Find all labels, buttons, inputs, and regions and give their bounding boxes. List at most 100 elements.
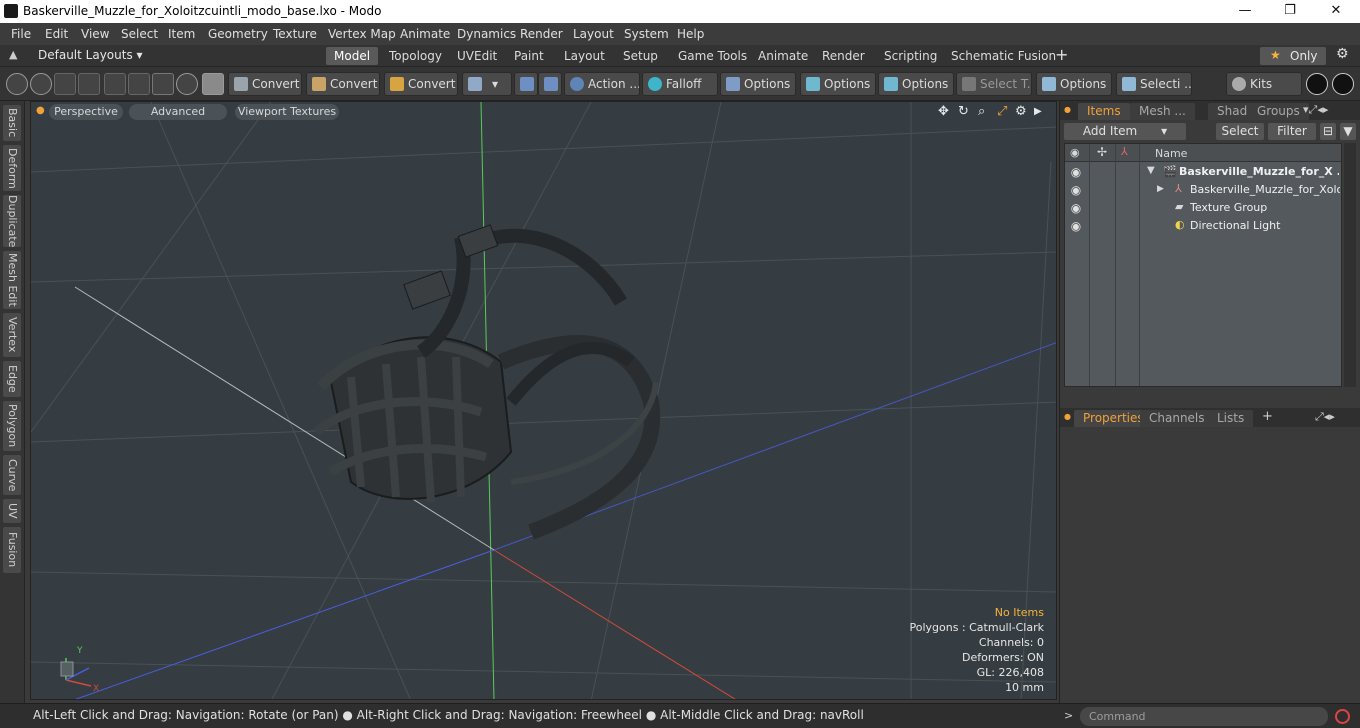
tab-topology[interactable]: Topology: [381, 47, 450, 65]
perspective-button[interactable]: Perspective: [49, 104, 123, 120]
tab-vertex[interactable]: Vertex: [3, 313, 21, 357]
snapping-button[interactable]: [538, 72, 562, 96]
add-tab-button[interactable]: +: [1055, 45, 1068, 64]
menu-select[interactable]: Select: [121, 27, 158, 41]
pivot-mode-icon[interactable]: [104, 73, 126, 95]
tab-channels[interactable]: Channels: [1140, 410, 1214, 427]
unreal-icon[interactable]: [1332, 73, 1354, 95]
center-mode-icon[interactable]: [128, 73, 150, 95]
settings-gear-icon[interactable]: ⚙: [1336, 46, 1349, 62]
tab-scripting[interactable]: Scripting: [876, 47, 945, 65]
items-mode-icon[interactable]: [78, 73, 100, 95]
add-panel-tab-button[interactable]: +: [1262, 409, 1273, 424]
rotate-icon[interactable]: ↻: [958, 105, 969, 119]
menu-help[interactable]: Help: [677, 27, 704, 41]
command-expand-arrow-icon[interactable]: >: [1064, 709, 1073, 722]
item-row-scene[interactable]: ◉ ▼ 🎬 Baskerville_Muzzle_for_X ...: [1065, 163, 1341, 181]
default-layouts-dropdown[interactable]: Default Layouts ▾: [38, 48, 143, 62]
command-input[interactable]: Command: [1080, 707, 1328, 726]
material-mode-icon[interactable]: [176, 73, 198, 95]
menu-system[interactable]: System: [624, 27, 669, 41]
minimize-button[interactable]: —: [1222, 0, 1268, 23]
menu-item[interactable]: Item: [168, 27, 195, 41]
eye-icon[interactable]: ◉: [1069, 183, 1083, 197]
tab-fusion[interactable]: Fusion: [3, 527, 21, 573]
menu-file[interactable]: File: [11, 27, 31, 41]
panel-menu-icon[interactable]: ⤢◂▸: [1315, 410, 1335, 424]
pan-icon[interactable]: ✥: [938, 105, 949, 119]
tab-setup[interactable]: Setup: [615, 47, 666, 65]
edges-mode-icon[interactable]: [30, 73, 52, 95]
tab-groups[interactable]: Groups: [1248, 103, 1309, 120]
expand-arrow-icon[interactable]: ▼: [1147, 165, 1155, 176]
tab-uv[interactable]: UV: [3, 499, 21, 523]
collapse-arrow-icon[interactable]: ▲: [9, 48, 17, 61]
options-button-3[interactable]: Options: [878, 72, 954, 96]
eye-icon[interactable]: ◉: [1069, 201, 1083, 215]
tab-uvedit[interactable]: UVEdit: [449, 47, 505, 65]
menu-texture[interactable]: Texture: [273, 27, 317, 41]
funnel-icon[interactable]: ▼: [1340, 123, 1356, 140]
eye-icon[interactable]: ◉: [1069, 165, 1083, 179]
convert-button-3[interactable]: Convert: [384, 72, 458, 96]
add-item-button[interactable]: Add Item ▾: [1064, 123, 1186, 140]
viewport-more-icon[interactable]: ▶: [1034, 105, 1042, 119]
options-button-2[interactable]: Options: [800, 72, 876, 96]
tab-animate[interactable]: Animate: [750, 47, 816, 65]
convert-button-1[interactable]: Convert: [228, 72, 302, 96]
item-row-directional-light[interactable]: ◉ ◐ Directional Light: [1065, 217, 1341, 235]
tab-paint[interactable]: Paint: [506, 47, 552, 65]
tab-items[interactable]: Items: [1078, 103, 1130, 120]
vertices-mode-icon[interactable]: [6, 73, 28, 95]
tab-polygon[interactable]: Polygon: [3, 401, 21, 451]
falloff-button[interactable]: Falloff: [642, 72, 718, 96]
maximize-viewport-icon[interactable]: ⤢: [997, 105, 1007, 119]
maximize-button[interactable]: ❐: [1267, 0, 1313, 23]
mesh-type-dropdown[interactable]: ▾: [462, 72, 512, 96]
menu-view[interactable]: View: [81, 27, 109, 41]
close-button[interactable]: ✕: [1313, 0, 1359, 23]
collapse-icon[interactable]: ⊟: [1320, 123, 1336, 140]
viewport-menu-dot-icon[interactable]: ●: [36, 105, 45, 116]
item-list-scrollbar[interactable]: [1344, 143, 1356, 387]
mesh-cube-icon[interactable]: [202, 73, 224, 95]
selection-sets-button[interactable]: Selecti ...: [1116, 72, 1192, 96]
eye-icon[interactable]: ◉: [1069, 219, 1083, 233]
viewport-textures-button[interactable]: Viewport Textures: [235, 104, 339, 120]
zoom-icon[interactable]: ⌕: [978, 105, 985, 119]
name-column-header[interactable]: Name: [1155, 147, 1187, 160]
only-toggle[interactable]: ★ Only: [1260, 47, 1326, 65]
tab-curve[interactable]: Curve: [3, 455, 21, 495]
menu-render[interactable]: Render: [520, 27, 563, 41]
tab-mesh-edit[interactable]: Mesh Edit: [3, 251, 21, 309]
tab-layout[interactable]: Layout: [556, 47, 613, 65]
tab-model[interactable]: Model: [326, 47, 379, 65]
select-through-button[interactable]: Select T...: [956, 72, 1032, 96]
options-button-1[interactable]: Options: [720, 72, 796, 96]
viewport-settings-icon[interactable]: ⚙: [1015, 105, 1027, 119]
advanced-button[interactable]: Advanced: [129, 104, 227, 120]
falloff-mode-icon[interactable]: [152, 73, 174, 95]
panel-menu-icon[interactable]: ▾⤢◂▸: [1303, 103, 1328, 117]
action-center-button[interactable]: Action ...: [564, 72, 640, 96]
tab-deform[interactable]: Deform: [3, 145, 21, 191]
select-button[interactable]: Select: [1216, 123, 1264, 140]
tab-game-tools[interactable]: Game Tools: [670, 47, 755, 65]
tab-mesh[interactable]: Mesh ...: [1130, 103, 1195, 120]
tab-edge[interactable]: Edge: [3, 361, 21, 397]
menu-dynamics[interactable]: Dynamics: [457, 27, 516, 41]
kits-button[interactable]: Kits: [1226, 72, 1302, 96]
menu-vertex-map[interactable]: Vertex Map: [328, 27, 396, 41]
unity-icon[interactable]: [1306, 73, 1328, 95]
menu-edit[interactable]: Edit: [45, 27, 68, 41]
menu-layout[interactable]: Layout: [573, 27, 614, 41]
item-row-mesh[interactable]: ◉ ▶ ⅄ Baskerville_Muzzle_for_Xoloi...: [1065, 181, 1341, 199]
3d-viewport[interactable]: Y X ● Perspective Advanced Viewport Text…: [30, 101, 1057, 700]
tab-lists[interactable]: Lists: [1208, 410, 1254, 427]
symmetry-button[interactable]: [514, 72, 538, 96]
tab-schematic-fusion[interactable]: Schematic Fusion: [943, 47, 1064, 65]
command-stop-icon[interactable]: [1335, 709, 1350, 724]
filter-button[interactable]: Filter: [1268, 123, 1316, 140]
item-row-texture-group[interactable]: ◉ ▰ Texture Group: [1065, 199, 1341, 217]
options-button-4[interactable]: Options: [1036, 72, 1112, 96]
